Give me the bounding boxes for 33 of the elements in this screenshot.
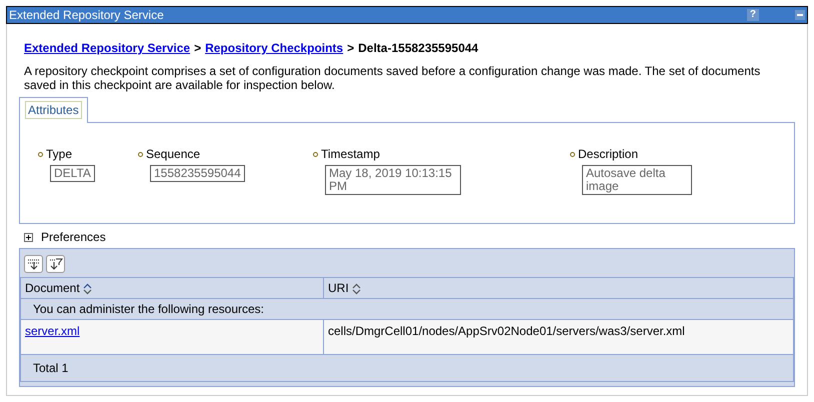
breadcrumb-link[interactable]: Extended Repository Service — [24, 41, 190, 55]
readonly-field: May 18, 2019 10:13:15 PM — [325, 165, 461, 195]
column-header[interactable]: Document — [20, 278, 324, 298]
field-label: Type — [46, 147, 72, 161]
minimize-button[interactable] — [795, 10, 805, 20]
required-icon — [38, 152, 43, 156]
breadcrumb-current: Delta-1558235595044 — [358, 41, 478, 55]
required-icon — [138, 152, 143, 156]
readonly-field: DELTA — [50, 165, 95, 182]
field-label: Sequence — [146, 147, 200, 161]
minimize-icon — [797, 14, 803, 16]
readonly-field: 1558235595044 — [150, 165, 245, 182]
total-count: Total 1 — [20, 354, 794, 382]
required-icon — [313, 152, 318, 156]
preferences-label[interactable]: Preferences — [41, 230, 106, 244]
breadcrumb-separator: > — [194, 41, 202, 55]
description-text: A repository checkpoint comprises a set of configuration documents saved before a configuration change was made. The set of documents saved in this checkpoint are available for inspection below. — [24, 64, 762, 92]
document-link[interactable]: server.xml — [25, 324, 80, 338]
breadcrumb-separator: > — [347, 41, 354, 55]
filter-icon — [48, 257, 62, 271]
table-cell: cells/DmgrCell01/nodes/AppSrv02Node01/servers/was3/server.xml — [324, 320, 794, 354]
column-header[interactable]: URI — [324, 278, 794, 298]
readonly-field: Autosave delta image — [582, 165, 692, 195]
expand-icon[interactable] — [24, 232, 33, 242]
field-label: Description — [578, 147, 638, 161]
filter-button[interactable] — [46, 255, 65, 273]
field-label: Timestamp — [321, 147, 380, 161]
select-all-icon — [26, 257, 40, 271]
window-title: Extended Repository Service — [8, 8, 165, 22]
select-all-button[interactable] — [24, 255, 43, 273]
required-icon — [570, 152, 575, 156]
attributes-tab[interactable]: Attributes — [19, 97, 88, 123]
breadcrumb-link[interactable]: Repository Checkpoints — [205, 41, 344, 55]
